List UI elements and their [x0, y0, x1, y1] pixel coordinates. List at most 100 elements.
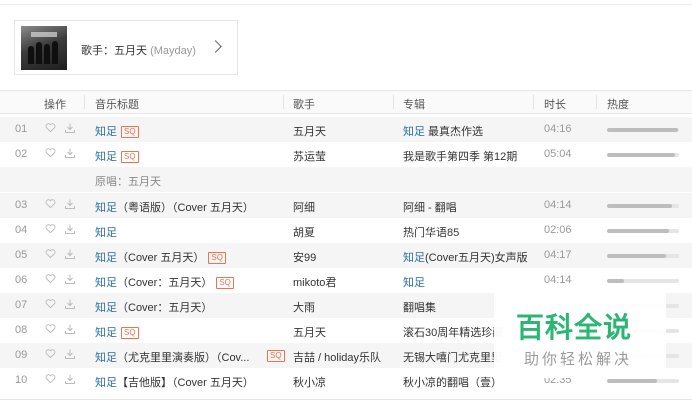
table-row[interactable]: 06 知足（Cover：五月天） SQ mikoto君 知足 04:14 [0, 268, 692, 293]
download-icon[interactable] [64, 248, 76, 260]
sq-badge: SQ [216, 277, 234, 289]
album-name: 知足 [403, 274, 531, 290]
col-title[interactable]: 音乐标题 [95, 96, 139, 112]
singer-name[interactable]: 吉喆 / holiday乐队 [293, 349, 393, 365]
song-title-link[interactable]: 知足 [95, 377, 117, 389]
row-index: 01 [15, 123, 28, 135]
song-title-link[interactable]: 知足 [95, 352, 117, 364]
heat-bar [607, 204, 679, 208]
table-row[interactable]: 02 知足 SQ 苏运莹 我是歌手第四季 第12期 05:04 [0, 142, 692, 167]
heat-bar [607, 229, 679, 233]
watermark-title: 百科全说 [516, 312, 633, 343]
song-title: 知足 SQ [95, 324, 265, 340]
singer-name[interactable]: 秋小凉 [293, 374, 393, 390]
album-text: 翻唱集 [403, 302, 436, 314]
duration: 05:04 [544, 148, 572, 160]
song-title: 知足（尤克里里演奏版）（Cov... [95, 349, 265, 365]
row-index: 05 [15, 249, 28, 261]
album-name: 知足 最真杰作选 [403, 123, 531, 139]
album-name: 阿细 - 翻唱 [403, 199, 531, 215]
singer-name[interactable]: 胡夏 [293, 224, 393, 240]
singer-name[interactable]: mikoto君 [293, 274, 393, 290]
row-index: 03 [15, 199, 28, 211]
song-title-link[interactable]: 知足 [95, 151, 117, 163]
row-index: 09 [15, 349, 28, 361]
song-title-suffix: （Cover：五月天） [117, 277, 213, 289]
singer-name[interactable]: 阿细 [293, 199, 393, 215]
row-index: 08 [15, 324, 28, 336]
heat-bar [607, 379, 679, 383]
album-text: 秋小凉的翻唱（壹） [403, 377, 502, 389]
song-title: 知足（粤语版）（Cover 五月天） [95, 199, 265, 215]
table-row[interactable]: 04 知足 胡夏 热门华语85 02:06 [0, 218, 692, 243]
song-title-link[interactable]: 知足 [95, 252, 117, 264]
song-title: 知足【吉他版】（Cover 五月天） [95, 374, 265, 390]
heart-icon[interactable] [45, 223, 56, 234]
song-title-link[interactable]: 知足 [95, 202, 117, 214]
heat-bar [607, 279, 679, 283]
song-title-suffix: （Cover：五月天） [117, 302, 213, 314]
download-icon[interactable] [64, 323, 76, 335]
song-title-link[interactable]: 知足 [95, 126, 117, 138]
col-heat[interactable]: 热度 [607, 96, 629, 112]
heart-icon[interactable] [45, 147, 56, 158]
download-icon[interactable] [64, 147, 76, 159]
song-title-suffix: （尤克里里演奏版）（Cov... [117, 352, 250, 364]
heat-bar-fill [607, 254, 667, 258]
download-icon[interactable] [64, 348, 76, 360]
heart-icon[interactable] [45, 248, 56, 259]
song-title-link[interactable]: 知足 [95, 277, 117, 289]
singer-name[interactable]: 安99 [293, 249, 393, 265]
heart-icon[interactable] [45, 348, 56, 359]
col-action: 操作 [44, 99, 66, 111]
heart-icon[interactable] [45, 323, 56, 334]
download-icon[interactable] [64, 298, 76, 310]
heart-icon[interactable] [45, 198, 56, 209]
album-link[interactable]: 知足 [403, 252, 425, 264]
heart-icon[interactable] [45, 273, 56, 284]
song-title-link[interactable]: 知足 [95, 227, 117, 239]
heart-icon[interactable] [45, 298, 56, 309]
sq-badge: SQ [121, 327, 139, 339]
song-title: 知足（Cover：五月天） [95, 299, 265, 315]
singer-name[interactable]: 苏运莹 [293, 148, 393, 164]
row-index: 04 [15, 224, 28, 236]
song-title: 知足 [95, 224, 265, 240]
col-duration[interactable]: 时长 [544, 96, 566, 112]
heat-bar [607, 153, 679, 157]
heart-icon[interactable] [45, 373, 56, 384]
row-index: 06 [15, 274, 28, 286]
album-text: 无锡大嘻门尤克里里 [403, 352, 502, 364]
heat-bar-fill [607, 128, 678, 132]
col-album[interactable]: 专辑 [403, 96, 425, 112]
singer-name[interactable]: 五月天 [293, 123, 393, 139]
album-name: 知足(Cover五月天)女声版 [403, 249, 531, 265]
col-singer[interactable]: 歌手 [293, 96, 315, 112]
table-row[interactable]: 01 知足 SQ 五月天 知足 最真杰作选 04:16 [0, 117, 692, 142]
watermark-subtitle: 助你轻松解决 [524, 351, 633, 368]
album-name: 我是歌手第四季 第12期 [403, 148, 531, 164]
download-icon[interactable] [64, 273, 76, 285]
table-row[interactable]: 03 知足（粤语版）（Cover 五月天） 阿细 阿细 - 翻唱 04:14 [0, 193, 692, 218]
song-title-suffix: （Cover 五月天） [117, 252, 205, 264]
singer-name[interactable]: 五月天 [293, 324, 393, 340]
heat-bar [607, 254, 679, 258]
song-title-link[interactable]: 知足 [95, 327, 117, 339]
song-title-link[interactable]: 知足 [95, 302, 117, 314]
sq-badge: SQ [267, 350, 285, 362]
table-row[interactable]: 05 知足（Cover 五月天） SQ 安99 知足(Cover五月天)女声版 04:17 [0, 243, 692, 268]
album-link[interactable]: 知足 [403, 277, 425, 289]
chevron-right-icon[interactable] [209, 40, 222, 53]
artist-card[interactable]: 歌手：五月天 (Mayday) [14, 20, 238, 75]
heat-bar-fill [607, 379, 658, 383]
original-singer-note: 原唱：五月天 [95, 176, 161, 188]
heart-icon[interactable] [45, 122, 56, 133]
download-icon[interactable] [64, 198, 76, 210]
album-link[interactable]: 知足 [403, 126, 425, 138]
download-icon[interactable] [64, 373, 76, 385]
download-icon[interactable] [64, 122, 76, 134]
sq-badge: SQ [121, 151, 139, 163]
singer-name[interactable]: 大雨 [293, 299, 393, 315]
download-icon[interactable] [64, 223, 76, 235]
sq-badge: SQ [208, 252, 226, 264]
